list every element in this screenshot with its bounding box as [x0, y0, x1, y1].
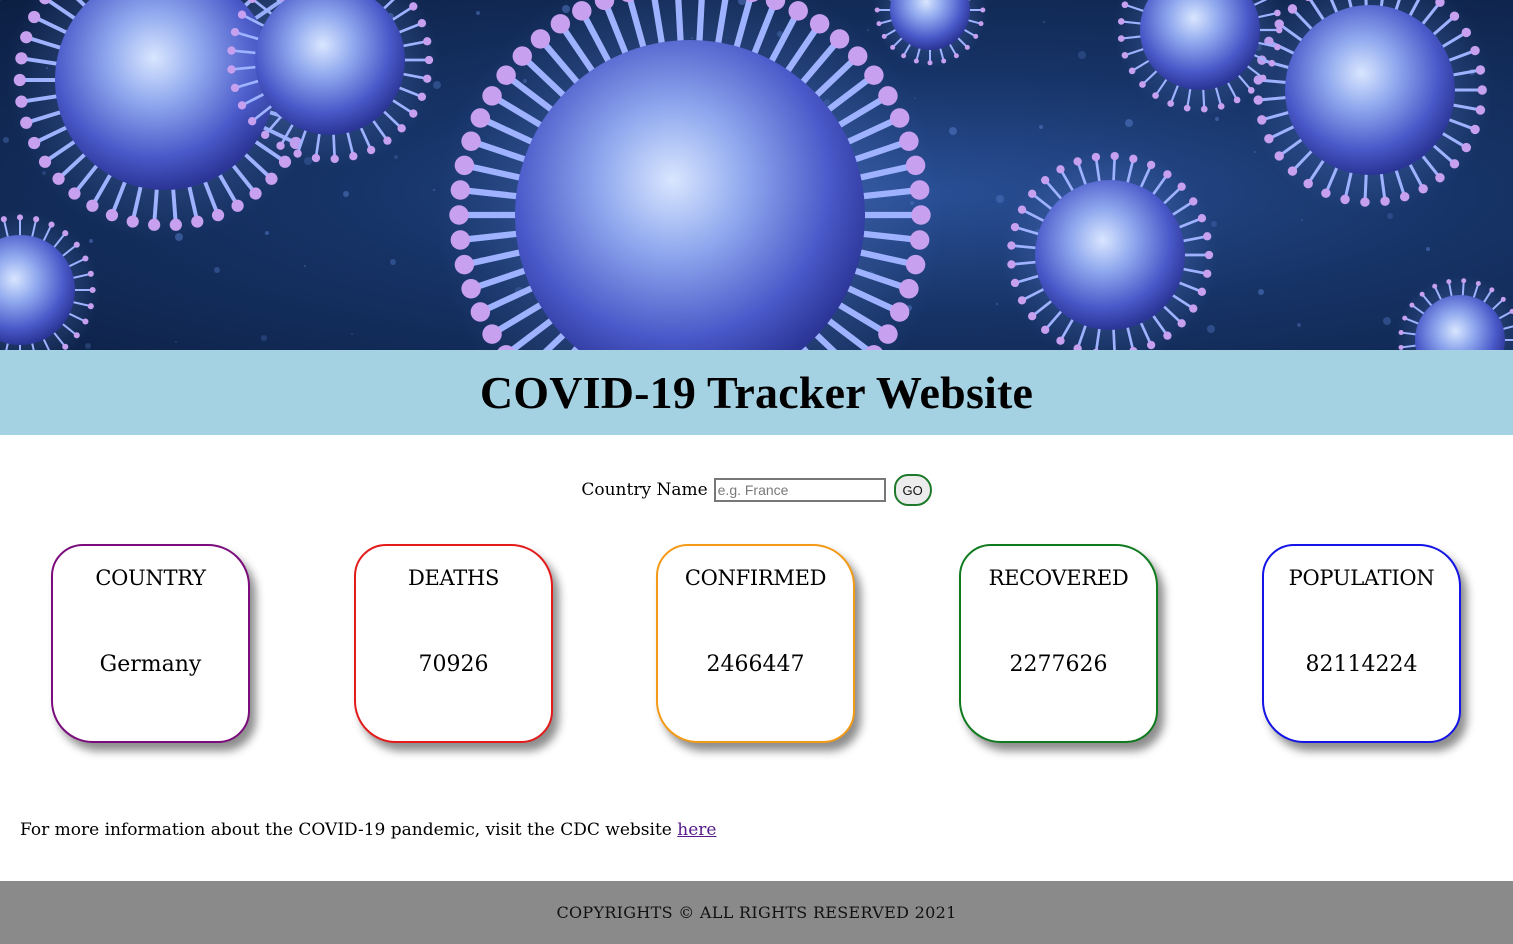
speckle [3, 137, 9, 143]
population-card: POPULATION 82114224 [1262, 544, 1461, 743]
virus-particle [1001, 146, 1219, 350]
speckle [1043, 21, 1045, 23]
page-title: COVID-19 Tracker Website [479, 367, 1034, 418]
speckle [1301, 219, 1303, 221]
title-band: COVID-19 Tracker Website [0, 350, 1513, 435]
confirmed-card-value: 2466447 [706, 652, 805, 677]
speckle [1078, 51, 1086, 59]
speckle [1387, 213, 1393, 219]
deaths-card: DEATHS 70926 [354, 544, 553, 743]
speckle [85, 343, 91, 349]
hero-banner [0, 0, 1513, 350]
recovered-card: RECOVERED 2277626 [959, 544, 1158, 743]
speckle [265, 231, 269, 235]
cdc-info-sentence: For more information about the COVID-19 … [20, 820, 678, 840]
speckle [949, 127, 957, 135]
speckle [343, 191, 349, 197]
virus-particle [1394, 274, 1513, 350]
speckle [1258, 289, 1264, 295]
speckle [214, 267, 220, 273]
speckle [89, 239, 93, 243]
speckle [261, 335, 267, 341]
speckle [175, 341, 177, 343]
cdc-link[interactable]: here [677, 820, 716, 840]
search-label: Country Name [581, 480, 708, 500]
population-card-value: 82114224 [1305, 652, 1418, 677]
recovered-card-value: 2277626 [1009, 652, 1108, 677]
recovered-card-label: RECOVERED [988, 566, 1129, 590]
virus-image [0, 0, 1513, 350]
speckle [433, 189, 435, 191]
cdc-info-text: For more information about the COVID-19 … [20, 820, 716, 840]
copyright-text: COPYRIGHTS © ALL RIGHTS RESERVED 2021 [556, 903, 957, 922]
confirmed-card-label: CONFIRMED [684, 566, 827, 590]
speckle [394, 155, 398, 159]
speckle [996, 303, 998, 305]
speckle [1426, 247, 1430, 251]
speckle [0, 0, 1, 1]
footer: COPYRIGHTS © ALL RIGHTS RESERVED 2021 [0, 881, 1513, 944]
virus-particle [872, 0, 988, 68]
speckle [304, 265, 306, 267]
search-form: Country Name GO [0, 472, 1513, 508]
speckle [996, 195, 1004, 203]
deaths-card-value: 70926 [418, 652, 489, 677]
speckle [1254, 151, 1256, 153]
confirmed-card: CONFIRMED 2466447 [656, 544, 855, 743]
country-card-label: COUNTRY [95, 566, 206, 590]
country-card: COUNTRY Germany [51, 544, 250, 743]
virus-particle [0, 210, 100, 350]
speckle [390, 259, 396, 265]
speckle [1125, 119, 1133, 127]
speckle [1297, 323, 1301, 327]
speckle [476, 11, 480, 15]
speckle [351, 333, 353, 335]
virus-particle [436, 0, 944, 350]
speckle [1383, 317, 1391, 325]
country-card-value: Germany [99, 652, 202, 677]
speckle [1215, 117, 1219, 121]
country-search-input[interactable] [713, 478, 886, 502]
population-card-label: POPULATION [1288, 566, 1435, 590]
speckle [1039, 125, 1043, 129]
go-button[interactable]: GO [893, 474, 932, 506]
speckle [1207, 325, 1215, 333]
speckle [867, 29, 869, 31]
deaths-card-label: DEATHS [407, 566, 500, 590]
